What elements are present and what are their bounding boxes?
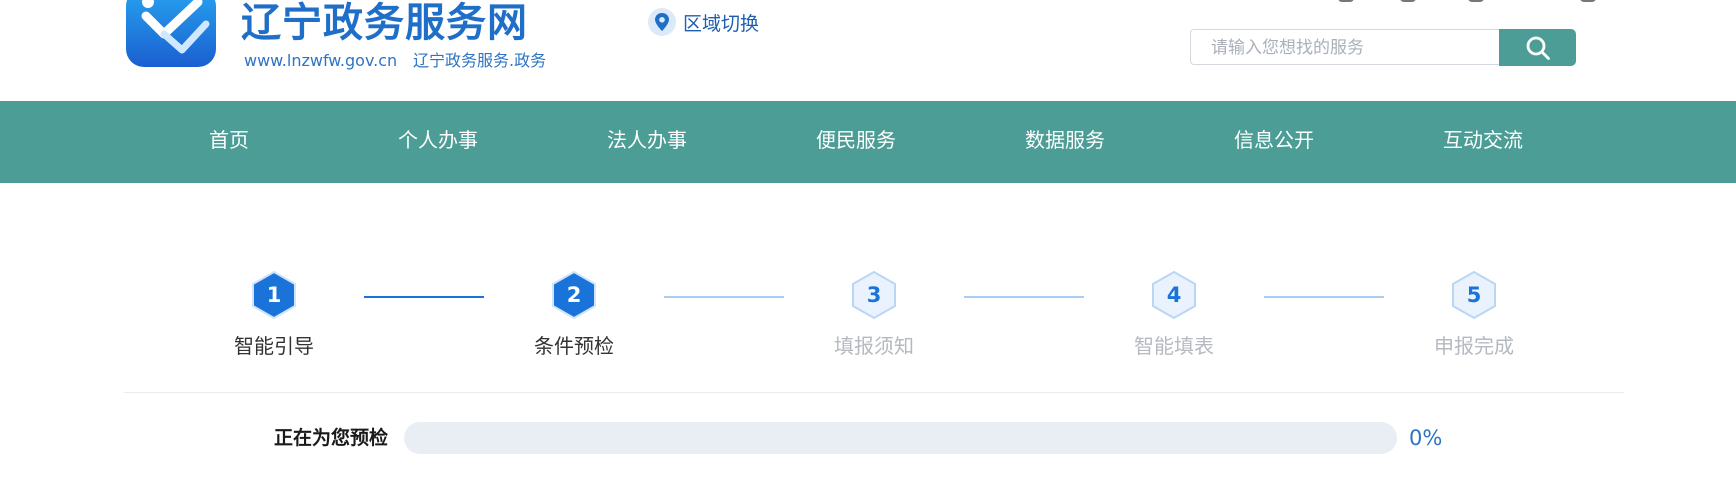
step-hexagon: 3 (852, 270, 896, 320)
progress-percent: 0% (1409, 426, 1443, 450)
step-indicator: 1 智能引导 2 条件预检 3 填报须知 4 智能填表 5 申报完成 (0, 270, 1736, 380)
step-2: 2 条件预检 (494, 270, 654, 359)
search-button[interactable] (1499, 29, 1576, 66)
site-domain: www.lnzwfw.gov.cn (244, 51, 398, 70)
step-label: 智能引导 (234, 334, 314, 358)
divider (124, 392, 1624, 393)
step-label: 条件预检 (534, 334, 614, 358)
search-icon (1526, 36, 1550, 60)
search-input[interactable] (1209, 30, 1503, 66)
step-4: 4 智能填表 (1094, 270, 1254, 359)
step-hexagon: 2 (552, 270, 596, 320)
region-switch-label: 区域切换 (683, 12, 760, 35)
step-number: 4 (1167, 283, 1182, 307)
nav-item-personal[interactable]: 个人办事 (398, 101, 478, 183)
step-number: 2 (567, 283, 582, 307)
step-3: 3 填报须知 (794, 270, 954, 359)
location-pin-icon (648, 8, 676, 36)
nav-item-interaction[interactable]: 互动交流 (1443, 101, 1523, 183)
top-links-clipped (1330, 0, 1610, 4)
step-label: 申报完成 (1434, 334, 1514, 358)
step-label: 智能填表 (1134, 334, 1214, 358)
main-nav: 首页 个人办事 法人办事 便民服务 数据服务 信息公开 互动交流 (0, 101, 1736, 183)
step-label: 填报须知 (834, 334, 914, 358)
step-number: 5 (1467, 283, 1482, 307)
logo-icon[interactable] (124, 0, 218, 67)
step-1: 1 智能引导 (194, 270, 354, 359)
nav-item-legal-person[interactable]: 法人办事 (607, 101, 687, 183)
step-hexagon: 5 (1452, 270, 1496, 320)
site-name[interactable]: 辽宁政务服务网 (241, 0, 528, 48)
step-5: 5 申报完成 (1394, 270, 1554, 359)
site-slogan: 辽宁政务服务.政务 (413, 51, 547, 70)
step-number: 1 (267, 283, 282, 307)
search-box (1190, 29, 1503, 66)
nav-item-data-services[interactable]: 数据服务 (1025, 101, 1105, 183)
region-switch[interactable]: 区域切换 (647, 7, 759, 37)
nav-item-convenience[interactable]: 便民服务 (816, 101, 896, 183)
progress-bar (404, 422, 1397, 454)
step-hexagon: 1 (252, 270, 296, 320)
site-header: 辽宁政务服务网 www.lnzwfw.gov.cn 辽宁政务服务.政务 区域切换 (0, 0, 1736, 100)
step-number: 3 (867, 283, 882, 307)
step-hexagon: 4 (1152, 270, 1196, 320)
progress-label: 正在为您预检 (274, 427, 389, 449)
nav-item-info-disclosure[interactable]: 信息公开 (1234, 101, 1314, 183)
nav-item-home[interactable]: 首页 (209, 101, 249, 183)
